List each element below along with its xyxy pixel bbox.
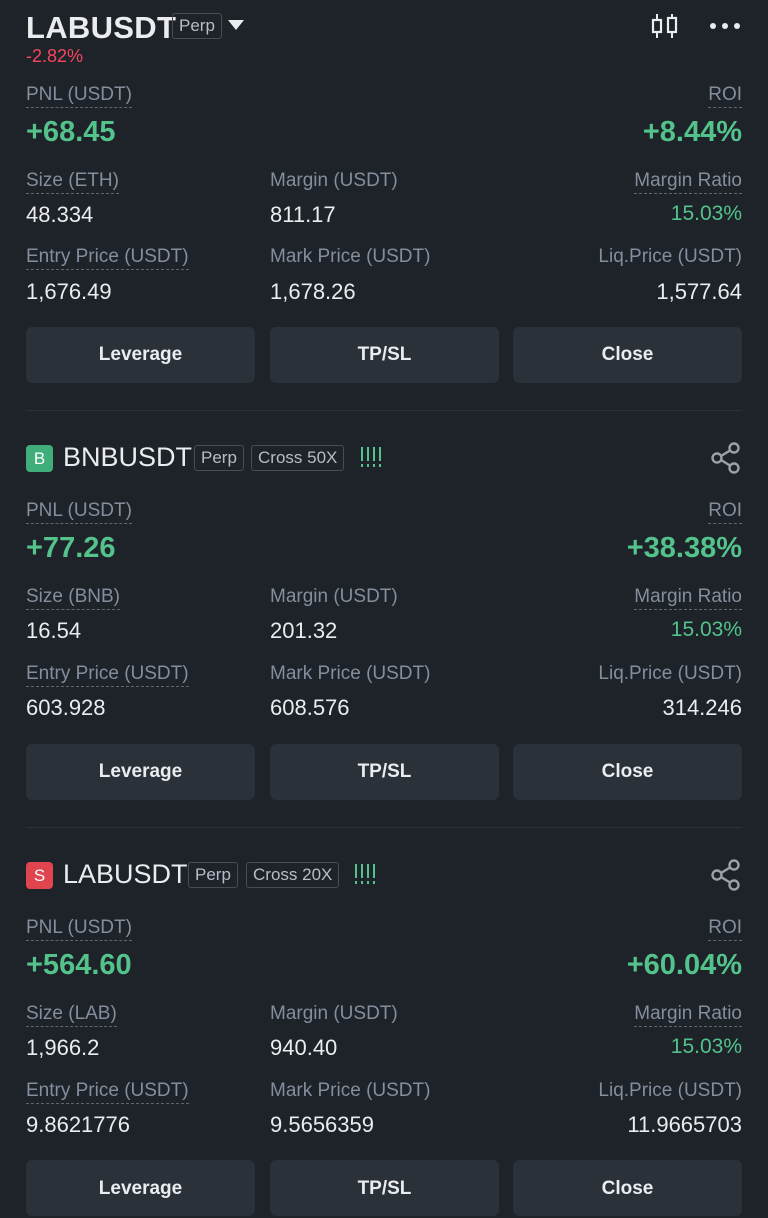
pnl-value: +77.26 (26, 532, 116, 564)
card-header: S LABUSDT Perp Cross 20X (26, 858, 742, 894)
entry-price-label: Entry Price (USDT) (26, 246, 189, 270)
side-badge: S (26, 862, 53, 889)
size-value: 48.334 (26, 202, 94, 227)
roi-value: +60.04% (626, 949, 742, 981)
liq-price-value: 314.246 (662, 695, 742, 720)
liq-price-label: Liq.Price (USDT) (598, 1080, 742, 1101)
margin-ratio-label: Margin Ratio (634, 1003, 742, 1027)
price-change: -2.82% (26, 46, 84, 66)
entry-price-label: Entry Price (USDT) (26, 663, 189, 687)
leverage-button[interactable]: Leverage (26, 744, 255, 800)
risk-bars-icon (361, 447, 381, 467)
size-value: 16.54 (26, 618, 82, 643)
candlestick-icon[interactable] (650, 12, 680, 40)
symbol-name[interactable]: LABUSDT (63, 859, 188, 890)
perp-tag: Perp (188, 862, 238, 888)
margin-ratio-value: 15.03% (670, 1035, 742, 1058)
margin-value: 201.32 (270, 618, 338, 643)
roi-value: +8.44% (642, 116, 742, 148)
pnl-value: +68.45 (26, 116, 116, 148)
size-label: Size (LAB) (26, 1003, 117, 1027)
leverage-button[interactable]: Leverage (26, 327, 255, 383)
roi-label: ROI (708, 84, 742, 108)
size-value: 1,966.2 (26, 1035, 100, 1060)
roi-label: ROI (708, 917, 742, 941)
margin-ratio-value: 15.03% (670, 202, 742, 225)
liq-price-label: Liq.Price (USDT) (598, 663, 742, 684)
divider (26, 410, 742, 411)
margin-value: 811.17 (270, 202, 336, 227)
mark-price-label: Mark Price (USDT) (270, 663, 431, 684)
pnl-value: +564.60 (26, 949, 132, 981)
size-label: Size (ETH) (26, 170, 119, 194)
share-icon[interactable] (710, 858, 742, 892)
position-card-1: PNL (USDT) ROI +68.45 +8.44% Size (ETH) … (26, 84, 742, 384)
more-icon[interactable] (708, 12, 742, 40)
close-button[interactable]: Close (513, 327, 742, 383)
liq-price-value: 11.9665703 (627, 1112, 742, 1137)
side-badge: B (26, 445, 53, 472)
margin-label: Margin (USDT) (270, 170, 398, 191)
entry-price-value: 603.928 (26, 695, 106, 720)
mark-price-label: Mark Price (USDT) (270, 1080, 431, 1101)
tpsl-button[interactable]: TP/SL (270, 1160, 499, 1216)
margin-label: Margin (USDT) (270, 586, 398, 607)
tpsl-button[interactable]: TP/SL (270, 327, 499, 383)
perp-tag: Perp (172, 13, 222, 39)
position-card-3: S LABUSDT Perp Cross 20X PNL (USDT) ROI … (26, 858, 742, 1160)
entry-price-label: Entry Price (USDT) (26, 1080, 189, 1104)
share-icon[interactable] (710, 441, 742, 475)
margin-ratio-value: 15.03% (670, 618, 742, 641)
caret-down-icon[interactable] (228, 20, 244, 30)
margin-value: 940.40 (270, 1035, 338, 1060)
size-label: Size (BNB) (26, 586, 120, 610)
margin-ratio-label: Margin Ratio (634, 170, 742, 194)
perp-tag: Perp (194, 445, 244, 471)
liq-price-value: 1,577.64 (656, 279, 742, 304)
liq-price-label: Liq.Price (USDT) (598, 246, 742, 267)
margin-mode-tag[interactable]: Cross 20X (246, 862, 340, 888)
card-header: B BNBUSDT Perp Cross 50X (26, 441, 742, 477)
margin-label: Margin (USDT) (270, 1003, 398, 1024)
position-header: LABUSDT Perp -2.82% (26, 6, 742, 70)
pnl-label: PNL (USDT) (26, 84, 132, 108)
mark-price-value: 608.576 (270, 695, 350, 720)
entry-price-value: 1,676.49 (26, 279, 112, 304)
pnl-label: PNL (USDT) (26, 500, 132, 524)
mark-price-value: 9.5656359 (270, 1112, 374, 1137)
symbol-name[interactable]: BNBUSDT (63, 442, 192, 473)
tpsl-button[interactable]: TP/SL (270, 744, 499, 800)
mark-price-value: 1,678.26 (270, 279, 356, 304)
roi-value: +38.38% (626, 532, 742, 564)
entry-price-value: 9.8621776 (26, 1112, 130, 1137)
mark-price-label: Mark Price (USDT) (270, 246, 431, 267)
divider (26, 827, 742, 828)
margin-ratio-label: Margin Ratio (634, 586, 742, 610)
pnl-label: PNL (USDT) (26, 917, 132, 941)
close-button[interactable]: Close (513, 1160, 742, 1216)
close-button[interactable]: Close (513, 744, 742, 800)
symbol-selector[interactable]: LABUSDT (26, 10, 176, 46)
margin-mode-tag[interactable]: Cross 50X (251, 445, 345, 471)
leverage-button[interactable]: Leverage (26, 1160, 255, 1216)
risk-bars-icon (355, 864, 375, 884)
roi-label: ROI (708, 500, 742, 524)
position-card-2: B BNBUSDT Perp Cross 50X PNL (USDT) ROI … (26, 441, 742, 743)
